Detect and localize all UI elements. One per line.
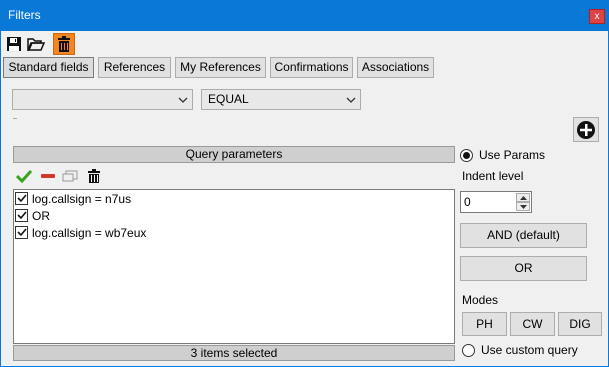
window-title: Filters [8, 8, 41, 22]
radio-button[interactable] [462, 343, 475, 357]
indent-level-label: Indent level [462, 169, 524, 183]
tab-confirmations[interactable]: Confirmations [270, 57, 353, 78]
filters-window: Standard fields References My References… [0, 31, 609, 367]
use-params-radio[interactable]: Use Params [460, 148, 545, 162]
divider [13, 118, 17, 119]
stepper-down-button[interactable] [516, 202, 530, 211]
list-item[interactable]: log.callsign = wb7eux [15, 224, 146, 241]
check-icon [16, 228, 27, 237]
field-select[interactable] [12, 89, 193, 110]
list-item-label: log.callsign = n7us [32, 191, 132, 206]
check-icon [16, 194, 27, 203]
group-button[interactable] [61, 167, 79, 185]
custom-query-label: Use custom query [481, 343, 578, 357]
save-icon [7, 37, 21, 51]
stepper-up-button[interactable] [516, 193, 530, 202]
radio-selected-dot [463, 151, 470, 159]
query-list[interactable]: log.callsign = n7us OR log.callsign = wb… [13, 189, 455, 344]
operator-select-value: EQUAL [208, 92, 249, 106]
check-all-button[interactable] [15, 167, 33, 185]
delete-button[interactable] [53, 33, 75, 55]
use-params-label: Use Params [479, 148, 546, 162]
chevron-up-icon [519, 195, 527, 200]
plus-circle-icon [577, 120, 595, 139]
title-bar: Filters x [0, 0, 609, 31]
or-button[interactable]: OR [460, 256, 587, 281]
close-button[interactable]: x [589, 9, 605, 24]
checkbox[interactable] [15, 209, 28, 222]
indent-level-stepper[interactable]: 0 [460, 191, 532, 213]
tab-associations[interactable]: Associations [357, 57, 434, 78]
chevron-down-icon [345, 90, 357, 109]
delete-items-button[interactable] [85, 167, 103, 185]
list-item-label: OR [32, 208, 50, 223]
tab-my-references[interactable]: My References [175, 57, 266, 78]
remove-item-button[interactable] [39, 167, 57, 185]
open-button[interactable] [25, 33, 47, 55]
selection-status: 3 items selected [13, 345, 455, 361]
tab-standard-fields[interactable]: Standard fields [3, 57, 94, 78]
chevron-down-icon [177, 90, 189, 109]
and-button[interactable]: AND (default) [460, 223, 587, 248]
trash-icon [88, 169, 100, 183]
chevron-down-icon [519, 204, 527, 209]
list-item[interactable]: log.callsign = n7us [15, 190, 131, 207]
mode-cw-button[interactable]: CW [510, 312, 555, 336]
mode-ph-button[interactable]: PH [462, 312, 507, 336]
trash-icon [58, 36, 70, 52]
list-item[interactable]: OR [15, 207, 50, 224]
checkbox[interactable] [15, 226, 28, 239]
radio-button[interactable] [460, 148, 473, 162]
modes-label: Modes [462, 293, 499, 307]
window-icon [62, 170, 78, 182]
mode-dig-button[interactable]: DIG [558, 312, 602, 336]
add-filter-button[interactable] [573, 117, 599, 142]
list-item-label: log.callsign = wb7eux [32, 225, 147, 240]
check-icon [16, 169, 32, 183]
custom-query-radio[interactable]: Use custom query [462, 343, 578, 357]
tab-references[interactable]: References [98, 57, 171, 78]
query-parameters-header: Query parameters [13, 146, 455, 163]
check-icon [16, 211, 27, 220]
save-button[interactable] [3, 33, 25, 55]
minus-icon [41, 174, 55, 178]
operator-select[interactable]: EQUAL [201, 89, 361, 110]
checkbox[interactable] [15, 192, 28, 205]
indent-level-value: 0 [464, 195, 471, 209]
folder-open-icon [27, 38, 45, 51]
